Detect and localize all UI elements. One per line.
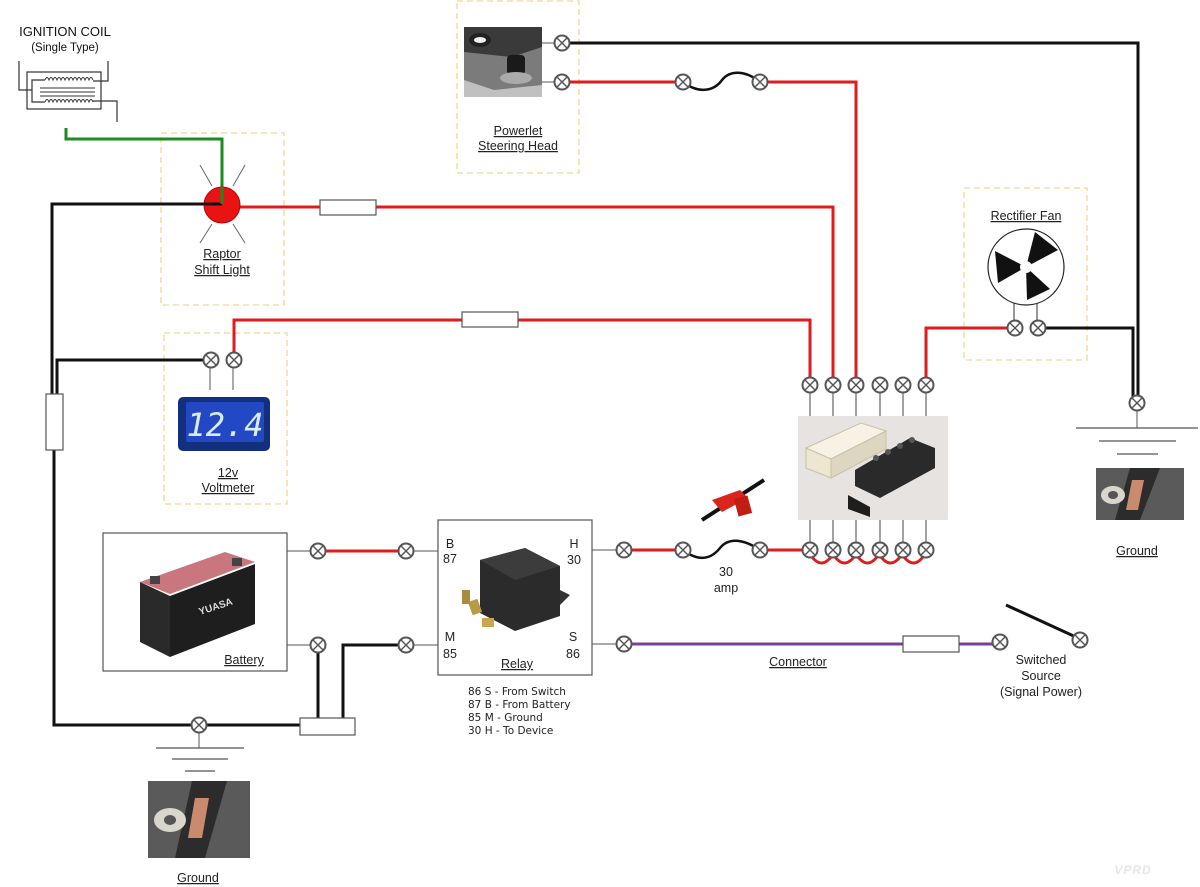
fuse-block-input-5[interactable]	[894, 541, 912, 559]
relay-pin-m-number: 85	[443, 647, 457, 661]
fan-power-wire	[924, 326, 1015, 383]
relay-pin-s-letter: S	[569, 630, 577, 644]
fuse-block-top-leads	[809, 391, 927, 416]
powerlet-terminal-power[interactable]	[553, 73, 571, 91]
voltmeter-reading: 12.4	[186, 406, 263, 444]
switch-lever[interactable]	[1005, 603, 1079, 640]
switched-source-line1: Switched	[1016, 653, 1067, 667]
relay-feed-terminal-85[interactable]	[397, 636, 415, 654]
relay-ground-wire	[341, 643, 406, 720]
relay-legend-line-2: 87 B - From Battery	[468, 699, 571, 711]
fan-ground-wire	[1038, 326, 1135, 403]
ground-right-label: Ground	[1116, 544, 1158, 558]
fuse-block-output-6[interactable]	[917, 376, 935, 394]
powerlet-label-line2: Steering Head	[478, 139, 558, 153]
relay-legend-line-1: 86 S - From Switch	[468, 686, 566, 698]
fuse-block-device	[798, 416, 948, 520]
ignition-coil-title: IGNITION COIL	[19, 24, 111, 39]
fan-terminal-power[interactable]	[1006, 319, 1024, 337]
powerlet-power-wire-b	[760, 80, 858, 383]
ground-lug-photo-left	[148, 781, 250, 858]
inline-connector-shift-light	[319, 199, 377, 216]
switch-terminal-out[interactable]	[1071, 631, 1089, 649]
fan-icon	[987, 228, 1065, 320]
main-fuse-terminal-a[interactable]	[674, 541, 692, 559]
powerlet-label-line1: Powerlet	[494, 124, 543, 138]
fuse-block-bottom-leads	[809, 520, 927, 543]
connector-label: Connector	[769, 655, 827, 669]
shift-light-ground-wire	[50, 202, 222, 396]
left-ground-terminal[interactable]	[190, 716, 208, 734]
relay-feed-terminal-87[interactable]	[397, 542, 415, 560]
voltmeter-ground-wire	[55, 358, 211, 396]
relay-legend-line-4: 30 H - To Device	[468, 725, 553, 737]
wiring-diagram: IGNITION COIL (Single Type) Powerlet Ste…	[18, 0, 1198, 885]
relay-pin-b-number: 87	[443, 552, 457, 566]
relay-pin-m-letter: M	[445, 630, 455, 644]
fuse-block-input-4[interactable]	[871, 541, 889, 559]
fuse-block-output-5[interactable]	[894, 376, 912, 394]
relay-legend-line-3: 85 M - Ground	[468, 712, 543, 724]
powerlet-fuse-terminal-a[interactable]	[674, 73, 692, 91]
watermark: VPRD	[1114, 863, 1151, 877]
inline-connector-left	[45, 393, 64, 451]
fuse-block-output-4[interactable]	[871, 376, 889, 394]
relay-terminal-30[interactable]	[615, 541, 633, 559]
fuse-block-output-2[interactable]	[824, 376, 842, 394]
fuse-block-output-3[interactable]	[847, 376, 865, 394]
ground-symbol-left	[156, 733, 244, 772]
tach-signal-wire	[64, 128, 224, 204]
powerlet-device	[464, 27, 555, 97]
rectifier-fan-label: Rectifier Fan	[991, 209, 1062, 223]
relay-terminal-86[interactable]	[615, 635, 633, 653]
battery-terminal-positive[interactable]	[309, 542, 327, 560]
fuse-block-input-1[interactable]	[801, 541, 819, 559]
voltmeter-terminal-power[interactable]	[225, 351, 243, 369]
fuse-block-input-6[interactable]	[917, 541, 935, 559]
relay-pin-h-letter: H	[569, 537, 578, 551]
ignition-coil-subtitle: (Single Type)	[31, 42, 99, 54]
inline-connector-voltmeter	[461, 311, 519, 328]
relay-pin-h-number: 30	[567, 553, 581, 567]
relay-pin-s-number: 86	[566, 647, 580, 661]
inline-connector-signal	[902, 635, 960, 653]
fan-terminal-ground[interactable]	[1029, 319, 1047, 337]
ground-junction-block	[299, 717, 356, 736]
fuse-block-input-2[interactable]	[824, 541, 842, 559]
powerlet-fuse-terminal-b[interactable]	[751, 73, 769, 91]
ground-left-label: Ground	[177, 871, 219, 885]
fuse-block-input-3[interactable]	[847, 541, 865, 559]
fuse-block-output-1[interactable]	[801, 376, 819, 394]
ground-lug-photo-right	[1096, 468, 1184, 520]
powerlet-ground-wire	[562, 41, 1140, 403]
shift-light-power-wire	[240, 205, 835, 383]
ignition-coil: IGNITION COIL (Single Type)	[18, 24, 118, 122]
switch-terminal-in[interactable]	[991, 633, 1009, 651]
main-fuse-terminal-b[interactable]	[751, 541, 769, 559]
ground-symbol-right	[1076, 411, 1198, 455]
voltmeter-device: 12.4	[178, 397, 270, 451]
voltmeter-label-line1: 12v	[218, 466, 239, 480]
voltmeter-power-wire	[232, 318, 812, 383]
switched-source-line3: (Signal Power)	[1000, 685, 1082, 699]
fuse-tap-photo	[700, 478, 766, 522]
battery-label: Battery	[224, 653, 264, 667]
right-ground-terminal[interactable]	[1128, 394, 1146, 412]
powerlet-terminal-ground[interactable]	[553, 34, 571, 52]
shift-light-label-line1: Raptor	[203, 247, 241, 261]
shift-light-label-line2: Shift Light	[194, 263, 250, 277]
powerlet-fuse	[682, 71, 761, 91]
voltmeter-label-line2: Voltmeter	[202, 481, 255, 495]
main-fuse-30a	[682, 539, 761, 559]
relay-label: Relay	[501, 657, 534, 671]
main-fuse-rating-line1: 30	[719, 565, 733, 579]
voltmeter-terminal-ground[interactable]	[202, 351, 220, 369]
switched-source-line2: Source	[1021, 669, 1061, 683]
battery-terminal-negative[interactable]	[309, 636, 327, 654]
main-fuse-rating-line2: amp	[714, 581, 738, 595]
relay-pin-b-letter: B	[446, 537, 454, 551]
